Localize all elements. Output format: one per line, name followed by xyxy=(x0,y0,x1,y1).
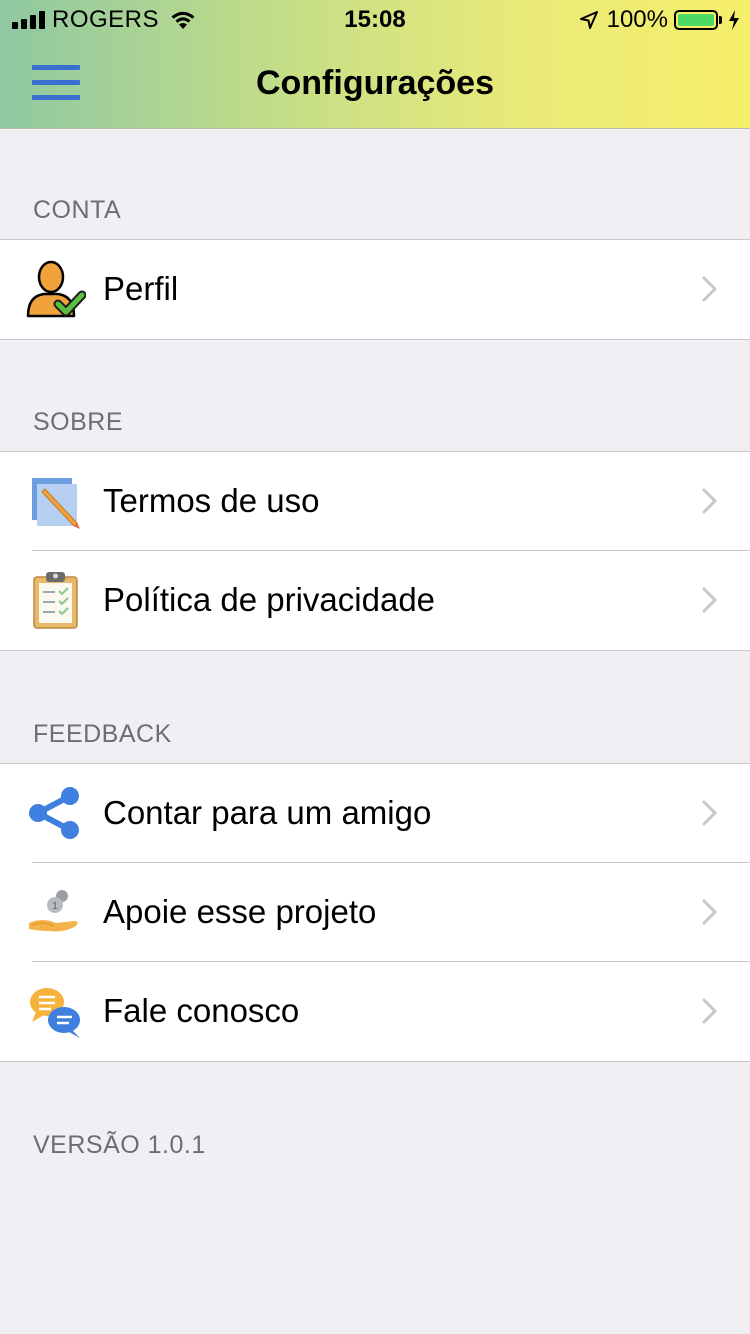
share-icon xyxy=(29,787,79,839)
battery-icon xyxy=(674,10,718,30)
chat-bubbles-icon xyxy=(30,988,80,1038)
app-version: VERSÃO 1.0.1 xyxy=(33,1131,206,1159)
settings-group-conta: Perfil xyxy=(0,239,750,340)
svg-text:1: 1 xyxy=(52,901,58,912)
status-right: 100% xyxy=(579,6,740,34)
row-label: Fale conosco xyxy=(103,992,300,1029)
row-label: Perfil xyxy=(103,270,179,307)
settings-row-politica-de-privacidade[interactable]: Política de privacidade xyxy=(0,550,750,650)
row-label: Contar para um amigo xyxy=(103,794,432,831)
battery-percent: 100% xyxy=(606,6,668,33)
row-label: Política de privacidade xyxy=(103,581,436,618)
chevron-right-icon xyxy=(702,899,717,925)
page-title: Configurações xyxy=(255,64,495,102)
section-header-feedback: FEEDBACK xyxy=(33,720,172,748)
settings-row-apoie-esse-projeto[interactable]: 1 Apoie esse projeto xyxy=(0,862,750,962)
profile-user-check-icon xyxy=(26,260,86,318)
clipboard-checklist-icon xyxy=(33,572,78,629)
row-label: Termos de uso xyxy=(103,482,320,519)
settings-group-feedback: Contar para um amigo 1 Apoie esse projet… xyxy=(0,763,750,1062)
chevron-right-icon xyxy=(702,488,717,514)
settings-row-perfil[interactable]: Perfil xyxy=(0,240,750,339)
chevron-right-icon xyxy=(702,587,717,613)
settings-row-termos-de-uso[interactable]: Termos de uso xyxy=(0,452,750,551)
chevron-right-icon xyxy=(702,998,717,1024)
row-label: Apoie esse projeto xyxy=(103,893,377,930)
app-header: ROGERS 15:08 100% Configurações xyxy=(0,0,750,129)
location-arrow-icon xyxy=(579,11,598,29)
settings-row-contar-para-um-amigo[interactable]: Contar para um amigo xyxy=(0,764,750,863)
charging-bolt-icon xyxy=(729,10,739,30)
chevron-right-icon xyxy=(702,276,717,302)
status-bar: ROGERS 15:08 100% xyxy=(0,0,750,40)
section-header-conta: CONTA xyxy=(33,196,122,224)
settings-row-fale-conosco[interactable]: Fale conosco xyxy=(0,961,750,1061)
navigation-bar: Configurações xyxy=(0,40,750,128)
document-pencil-icon xyxy=(32,478,80,529)
section-header-sobre: SOBRE xyxy=(33,408,124,436)
donate-coins-hand-icon: 1 xyxy=(29,890,78,932)
battery-level-fill xyxy=(678,14,714,26)
battery-cap xyxy=(719,16,722,24)
settings-group-sobre: Termos de uso Política de privacidade xyxy=(0,451,750,651)
chevron-right-icon xyxy=(702,800,717,826)
